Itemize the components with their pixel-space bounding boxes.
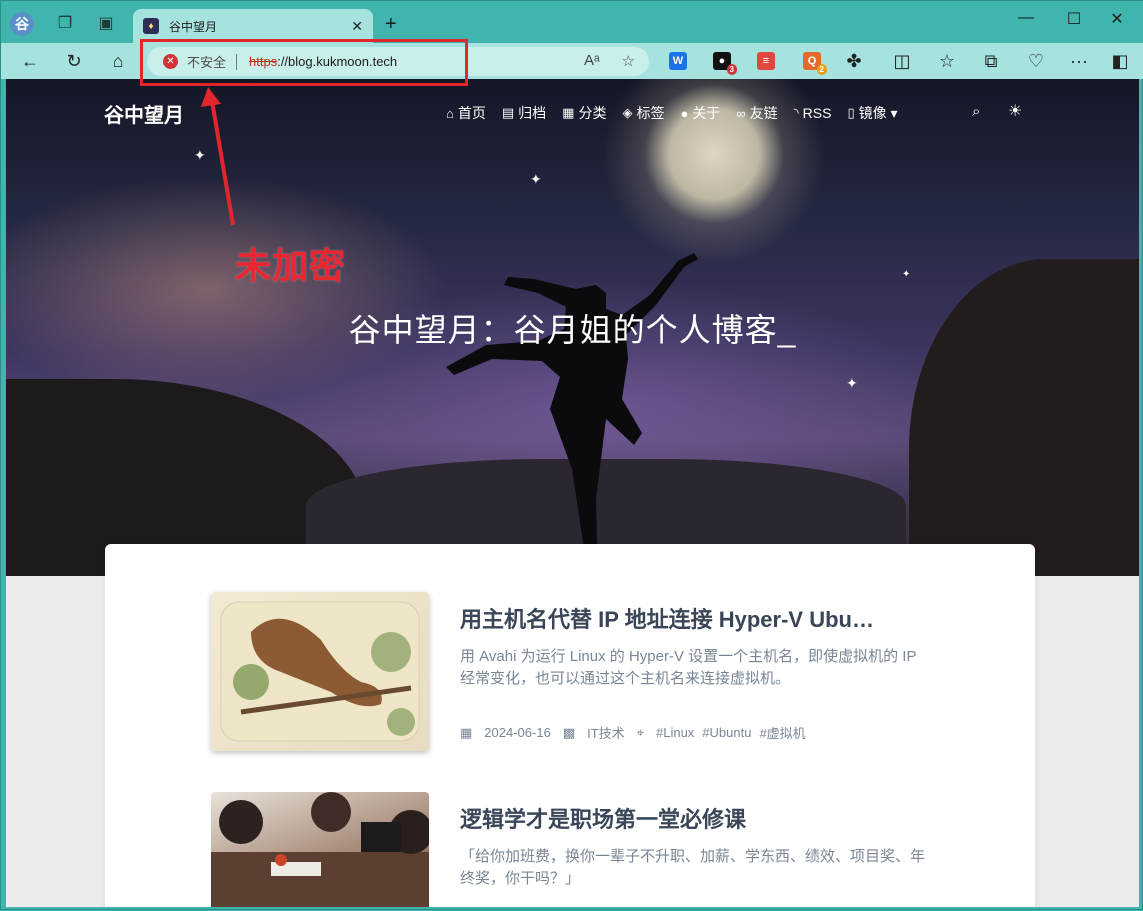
site-favicon-icon: ♦ bbox=[143, 18, 159, 34]
nav-item[interactable]: ◝ RSS bbox=[794, 103, 832, 123]
hero-title: 谷中望月：谷月姐的个人博客_ bbox=[348, 312, 797, 348]
tab-title: 谷中望月 bbox=[169, 19, 218, 34]
extension-badge: 3 bbox=[726, 64, 737, 75]
nav-item-label: 镜像 ▾ bbox=[858, 105, 898, 121]
divider bbox=[236, 53, 238, 70]
nav-item-label: RSS bbox=[802, 105, 832, 121]
sidebar-toggle-icon[interactable]: ◧ bbox=[1108, 50, 1132, 72]
close-window-icon[interactable]: ✕ bbox=[1104, 9, 1130, 29]
post-item[interactable]: 逻辑学才是职场第一堂必修课 「给你加班费，换你一辈子不升职、加薪、学东西、绩效、… bbox=[211, 792, 925, 907]
nav-item[interactable]: ▤ 归档 bbox=[502, 103, 546, 123]
theme-toggle-sun-icon[interactable]: ☀ bbox=[1008, 101, 1022, 121]
browser-window: 谷 ❐ ▣ ♦ 谷中望月 ✕ + — ☐ ✕ ← ↻ ⌂ ✕ 不安全 https… bbox=[0, 0, 1143, 910]
nav-item[interactable]: ◈ 标签 bbox=[622, 103, 664, 123]
tampermonkey-extension-icon[interactable]: ● 3 bbox=[713, 52, 737, 75]
refresh-icon[interactable]: ↻ bbox=[62, 50, 86, 72]
active-tab[interactable]: ♦ 谷中望月 ✕ bbox=[133, 9, 373, 43]
word-extension-icon[interactable]: W bbox=[669, 52, 687, 70]
nav-item[interactable]: ∞ 友链 bbox=[736, 103, 777, 123]
nav-item[interactable]: ⌂ 首页 bbox=[446, 103, 486, 123]
star-icon: ✦ bbox=[902, 269, 911, 280]
hero-banner: ✦ ✦ ✦ ✦ 谷中望月 ⌂ 首页 ▤ 归档 ▦ 分类 ◈ 标签 ● 关于 ∞ 友链 ◝ RSS ▯ 镜像 ▾… bbox=[6, 79, 1139, 579]
category-icon: ▩ bbox=[562, 724, 576, 740]
user-icon: ● bbox=[680, 105, 689, 121]
read-aloud-icon[interactable]: Aᵃ bbox=[584, 52, 600, 70]
nav-item-label: 首页 bbox=[457, 105, 486, 121]
title-bar: 谷 ❐ ▣ ♦ 谷中望月 ✕ + — ☐ ✕ bbox=[1, 1, 1143, 43]
post-list-card: 用主机名代替 IP 地址连接 Hyper-V Ubu… 用 Avahi 为运行 … bbox=[105, 544, 1035, 907]
minimize-icon[interactable]: — bbox=[1013, 9, 1039, 27]
tab-actions-icon[interactable]: ▣ bbox=[94, 11, 118, 35]
browser-toolbar: ← ↻ ⌂ ✕ 不安全 https ://blog.kukmoon.tech A… bbox=[1, 43, 1143, 79]
url-scheme: https bbox=[249, 54, 278, 69]
post-tag[interactable]: #虚拟机 bbox=[759, 723, 805, 742]
security-status[interactable]: 不安全 bbox=[187, 52, 226, 71]
not-secure-icon[interactable]: ✕ bbox=[163, 54, 178, 69]
favorites-icon[interactable]: ☆ bbox=[935, 50, 959, 72]
split-screen-icon[interactable]: ◫ bbox=[890, 50, 914, 72]
url-host: ://blog.kukmoon.tech bbox=[277, 54, 398, 69]
extension-badge: 2 bbox=[816, 64, 827, 75]
post-date: 2024-06-16 bbox=[484, 725, 551, 740]
notes-extension-icon[interactable]: ≡ bbox=[757, 52, 775, 70]
browser-essentials-icon[interactable]: ♡ bbox=[1024, 50, 1048, 72]
home-icon[interactable]: ⌂ bbox=[106, 50, 130, 72]
home-icon: ⌂ bbox=[446, 105, 454, 121]
calendar-icon: ▦ bbox=[460, 724, 473, 740]
workspaces-icon[interactable]: ❐ bbox=[53, 11, 77, 35]
tag-icon: ⌖ bbox=[636, 724, 644, 740]
post-thumbnail[interactable] bbox=[211, 792, 429, 907]
nav-item-label: 关于 bbox=[692, 105, 721, 121]
post-thumbnail[interactable] bbox=[211, 592, 429, 751]
nav-menu: ⌂ 首页 ▤ 归档 ▦ 分类 ◈ 标签 ● 关于 ∞ 友链 ◝ RSS ▯ 镜像 ▾ bbox=[446, 103, 898, 123]
maximize-icon[interactable]: ☐ bbox=[1061, 9, 1087, 29]
rss-icon: ◝ bbox=[793, 105, 799, 120]
site-nav: 谷中望月 ⌂ 首页 ▤ 归档 ▦ 分类 ◈ 标签 ● 关于 ∞ 友链 ◝ RSS ▯ 镜像 ▾ ⌕ ☀ bbox=[6, 79, 1139, 145]
post-tag[interactable]: #Linux bbox=[656, 725, 694, 740]
search-icon[interactable]: ⌕ bbox=[972, 103, 980, 120]
web-page: ✦ ✦ ✦ ✦ 谷中望月 ⌂ 首页 ▤ 归档 ▦ 分类 ◈ 标签 ● 关于 ∞ 友链 ◝ RSS ▯ 镜像 ▾… bbox=[6, 79, 1139, 907]
squirrel-illustration bbox=[220, 601, 420, 742]
annotation-label: 未加密 bbox=[235, 245, 347, 286]
nav-item[interactable]: ▯ 镜像 ▾ bbox=[847, 103, 897, 123]
more-menu-icon[interactable]: ··· bbox=[1067, 50, 1091, 72]
back-icon[interactable]: ← bbox=[18, 50, 42, 72]
tab-close-icon[interactable]: ✕ bbox=[351, 18, 363, 35]
post-excerpt: 用 Avahi 为运行 Linux 的 Hyper-V 设置一个主机名，即使虚拟… bbox=[460, 648, 917, 687]
nav-item-label: 标签 bbox=[636, 105, 665, 121]
post-category[interactable]: IT技术 bbox=[587, 723, 625, 742]
dancer-silhouette bbox=[446, 253, 698, 579]
collections-icon[interactable]: ⧉ bbox=[979, 50, 1003, 72]
nav-item-label: 分类 bbox=[578, 105, 607, 121]
archive-icon: ▤ bbox=[501, 105, 515, 120]
search-extension-icon[interactable]: Q2 bbox=[803, 52, 827, 75]
tag-icon: ◈ bbox=[622, 105, 633, 120]
category-icon: ▦ bbox=[562, 105, 575, 120]
nav-item-label: 友链 bbox=[749, 105, 778, 121]
address-bar[interactable]: ✕ 不安全 https ://blog.kukmoon.tech Aᵃ ☆ bbox=[147, 47, 649, 76]
mirror-icon: ▯ bbox=[847, 105, 855, 120]
new-tab-icon[interactable]: + bbox=[385, 13, 397, 36]
nav-item[interactable]: ▦ 分类 bbox=[562, 103, 606, 123]
meeting-photo bbox=[211, 792, 429, 907]
star-icon: ✦ bbox=[846, 375, 858, 391]
profile-avatar[interactable]: 谷 bbox=[10, 12, 34, 36]
link-icon: ∞ bbox=[736, 105, 746, 121]
site-brand[interactable]: 谷中望月 bbox=[104, 99, 184, 128]
favorite-star-icon[interactable]: ☆ bbox=[622, 52, 635, 70]
nav-item-label: 归档 bbox=[518, 105, 547, 121]
post-tag[interactable]: #Ubuntu bbox=[702, 725, 751, 740]
post-title[interactable]: 用主机名代替 IP 地址连接 Hyper-V Ubu… bbox=[460, 602, 930, 634]
post-item[interactable]: 用主机名代替 IP 地址连接 Hyper-V Ubu… 用 Avahi 为运行 … bbox=[211, 592, 916, 752]
star-icon: ✦ bbox=[530, 171, 542, 187]
nav-item[interactable]: ● 关于 bbox=[680, 103, 720, 123]
post-title[interactable]: 逻辑学才是职场第一堂必修课 bbox=[460, 802, 930, 834]
star-icon: ✦ bbox=[194, 147, 206, 163]
post-meta: ▦ 2024-06-16 ▩ IT技术 ⌖ #Linux #Ubuntu #虚拟… bbox=[460, 723, 806, 742]
extensions-puzzle-icon[interactable]: ✤ bbox=[842, 50, 866, 72]
post-excerpt: 「给你加班费，换你一辈子不升职、加薪、学东西、绩效、项目奖、年终奖，你干吗？」 bbox=[460, 848, 926, 887]
